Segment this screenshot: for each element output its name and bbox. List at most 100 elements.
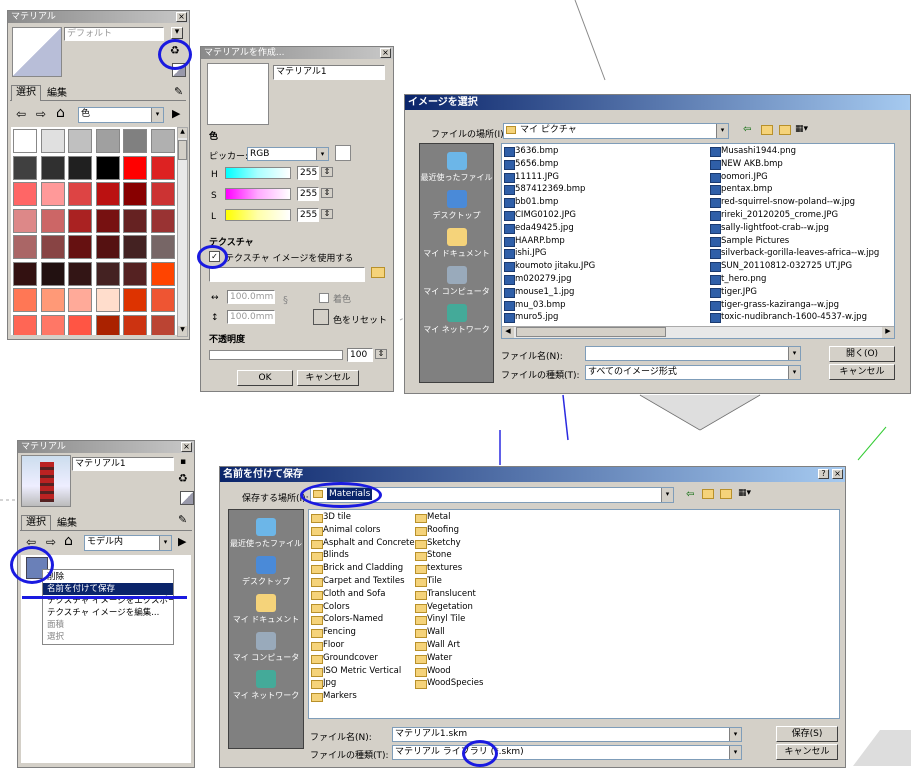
back-icon[interactable]: ⇦: [686, 489, 694, 500]
close-button[interactable]: ×: [832, 469, 843, 479]
color-swatch[interactable]: [13, 235, 37, 259]
browse-folder-icon[interactable]: [371, 267, 385, 278]
file-item[interactable]: mouse1_1.jpg: [504, 286, 574, 298]
file-item[interactable]: 5656.bmp: [504, 158, 558, 170]
view-menu-icon[interactable]: ▦▾: [795, 124, 808, 134]
color-swatch[interactable]: [68, 155, 92, 180]
color-swatch[interactable]: [13, 182, 37, 206]
folder-item[interactable]: Groundcover: [311, 652, 378, 665]
color-swatch[interactable]: [13, 288, 37, 312]
file-item[interactable]: muro5.jpg: [504, 311, 558, 324]
filename-input[interactable]: ▾: [585, 346, 801, 361]
color-swatch[interactable]: [68, 261, 92, 286]
color-swatch[interactable]: [95, 288, 120, 312]
dropdown-arrow-icon[interactable]: ▾: [171, 27, 183, 39]
folder-item[interactable]: Cloth and Sofa: [311, 588, 385, 601]
cancel-button[interactable]: キャンセル: [829, 364, 895, 380]
scroll-down-icon[interactable]: ▼: [178, 326, 187, 336]
file-item[interactable]: 3636.bmp: [504, 145, 558, 157]
scroll-thumb[interactable]: [178, 140, 187, 160]
folder-item[interactable]: ISO Metric Vertical: [311, 665, 401, 678]
folder-item[interactable]: Carpet and Textiles: [311, 575, 405, 588]
file-item[interactable]: Musashi1944.png: [710, 145, 796, 157]
folder-item[interactable]: Wood: [415, 665, 451, 678]
color-swatch[interactable]: [13, 208, 37, 233]
color-swatch[interactable]: [40, 288, 65, 312]
opacity-spinner[interactable]: ⇕: [375, 349, 387, 359]
color-swatch[interactable]: [13, 155, 37, 180]
l-spinner[interactable]: ⇕: [321, 209, 333, 219]
color-swatch[interactable]: [123, 288, 147, 312]
folder-item[interactable]: Wall: [415, 626, 445, 639]
file-item[interactable]: HAARP.bmp: [504, 235, 565, 247]
places-documents[interactable]: マイ ドキュメント: [420, 228, 493, 259]
file-item[interactable]: Sample Pictures: [710, 235, 789, 247]
places-desktop[interactable]: デスクトップ: [420, 190, 493, 221]
context-menu-item[interactable]: 選択: [43, 631, 173, 643]
filetype-dropdown[interactable]: マテリアル ライブラリ (*.skm) ▾: [392, 745, 742, 760]
color-swatch[interactable]: [13, 129, 37, 153]
file-item[interactable]: toxic-nudibranch-1600-4537-w.jpg: [710, 311, 867, 324]
folder-item[interactable]: Translucent: [415, 588, 476, 601]
material-name-input[interactable]: マテリアル1: [273, 65, 385, 80]
color-swatch[interactable]: [40, 261, 65, 286]
color-swatch[interactable]: [68, 235, 92, 259]
color-preview-swatch[interactable]: [335, 145, 351, 161]
places-recent[interactable]: 最近使ったファイル: [420, 152, 493, 183]
view-menu-icon[interactable]: ▦▾: [738, 488, 751, 498]
filetype-dropdown[interactable]: すべてのイメージ形式 ▾: [585, 365, 801, 380]
horizontal-scrollbar[interactable]: ◀ ▶: [502, 326, 894, 338]
opacity-slider[interactable]: [209, 350, 343, 360]
reset-color-swatch[interactable]: [313, 309, 329, 325]
home-icon[interactable]: ⌂: [64, 533, 73, 549]
material-name-field[interactable]: デフォルト: [64, 27, 164, 41]
s-value-input[interactable]: 255: [297, 187, 319, 201]
eyedropper-icon[interactable]: ✎: [174, 85, 183, 98]
color-swatch[interactable]: [40, 155, 65, 180]
new-folder-icon[interactable]: [779, 125, 791, 135]
new-folder-icon[interactable]: [720, 489, 732, 499]
folder-item[interactable]: Colors-Named: [311, 613, 383, 626]
file-item[interactable]: tiger-grass-kaziranga--w.jpg: [710, 299, 839, 311]
h-spinner[interactable]: ⇕: [321, 167, 333, 177]
file-item[interactable]: koumoto jitaku.JPG: [504, 260, 595, 273]
color-swatch[interactable]: [68, 182, 92, 206]
folder-item[interactable]: Water: [415, 652, 452, 665]
ok-button[interactable]: OK: [237, 370, 293, 386]
color-swatch[interactable]: [95, 261, 120, 286]
color-swatch[interactable]: [40, 235, 65, 259]
color-swatch[interactable]: [123, 208, 147, 233]
close-button[interactable]: ×: [176, 12, 187, 22]
color-swatch[interactable]: [40, 129, 65, 153]
color-swatch[interactable]: [150, 261, 175, 286]
color-swatch[interactable]: [150, 155, 175, 180]
color-swatch[interactable]: [123, 155, 147, 180]
close-button[interactable]: ×: [380, 48, 391, 58]
cancel-button[interactable]: キャンセル: [776, 744, 838, 760]
up-folder-icon[interactable]: [702, 489, 714, 499]
file-item[interactable]: pentax.bmp: [710, 183, 772, 196]
file-item[interactable]: sally-lightfoot-crab--w.jpg: [710, 222, 829, 234]
s-slider[interactable]: [225, 188, 291, 200]
save-button[interactable]: 保存(S): [776, 726, 838, 742]
color-swatch[interactable]: [150, 235, 175, 259]
color-swatch[interactable]: [40, 208, 65, 233]
folder-item[interactable]: Asphalt and Concrete: [311, 537, 415, 550]
open-button[interactable]: 開く(O): [829, 346, 895, 362]
colorize-checkbox[interactable]: [319, 293, 329, 303]
texture-path-input[interactable]: [209, 267, 365, 282]
color-swatch[interactable]: [150, 129, 175, 153]
folder-item[interactable]: Markers: [311, 690, 357, 703]
context-menu-item[interactable]: 面積: [43, 619, 173, 631]
l-value-input[interactable]: 255: [297, 208, 319, 222]
color-swatch[interactable]: [40, 314, 65, 335]
help-button[interactable]: ?: [818, 469, 829, 479]
places-computer[interactable]: マイ コンピュータ: [420, 266, 493, 297]
close-button[interactable]: ×: [181, 442, 192, 452]
width-input[interactable]: 100.0mm: [227, 290, 275, 304]
folder-item[interactable]: WoodSpecies: [415, 677, 483, 690]
material-name-field[interactable]: マテリアル1: [72, 457, 174, 471]
color-swatch[interactable]: [13, 314, 37, 335]
file-item[interactable]: CIMG0102.JPG: [504, 209, 576, 221]
folder-item[interactable]: Tile: [415, 575, 442, 588]
